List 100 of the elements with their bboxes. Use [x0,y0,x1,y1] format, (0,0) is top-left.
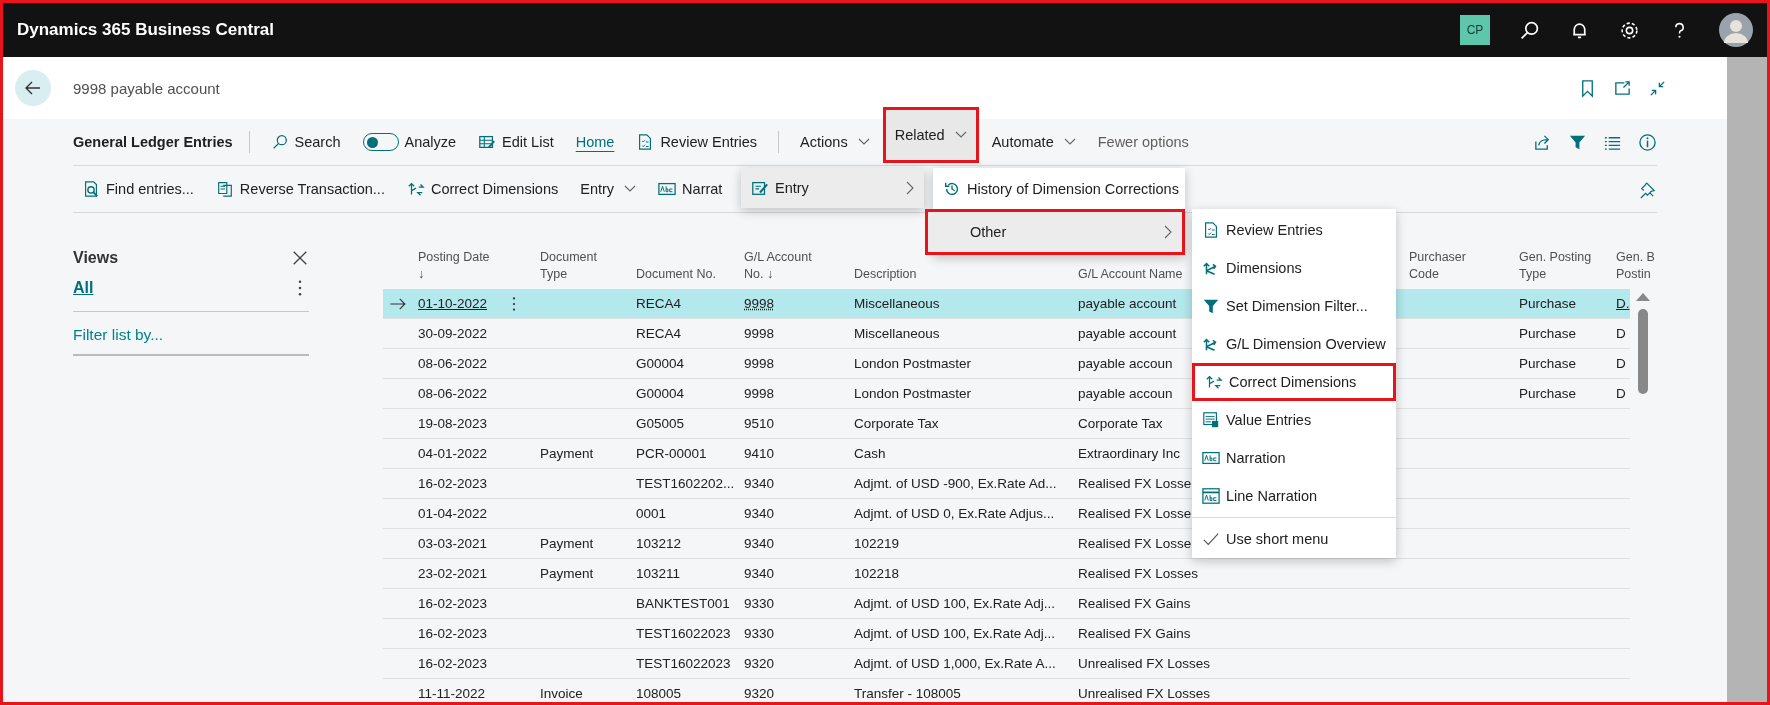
table-cell: Realised FX Gains [1078,626,1191,641]
fewer-options-button[interactable]: Fewer options [1088,124,1198,160]
view-link[interactable]: All [73,279,94,297]
checkmark-icon [1202,530,1220,548]
more-icon[interactable] [511,295,518,312]
analyze-toggle[interactable]: Analyze [353,124,466,160]
table-cell: Miscellaneous [854,326,940,341]
table-cell: RECA4 [636,326,681,341]
info-icon[interactable] [1638,132,1657,152]
open-new-window-icon[interactable] [1613,78,1632,98]
column-header[interactable]: Document No. [633,266,716,283]
back-button[interactable] [15,70,51,106]
table-cell: 9340 [744,536,775,551]
menu-button[interactable]: Actions [791,124,879,160]
table-cell: 01-04-2022 [418,506,488,521]
column-header[interactable]: Description [851,266,917,283]
home-tab[interactable]: Home [566,124,624,160]
action-button[interactable]: Reverse Transaction... [206,171,394,207]
page-title: 9998 payable account [73,79,220,97]
menu-button[interactable]: Related [882,107,979,163]
filter-link[interactable]: Filter list by... [73,326,309,344]
table-cell: 11-11-2022 [418,686,486,701]
column-header[interactable]: Gen. B Postin [1613,249,1655,283]
table-cell: 0001 [636,506,667,521]
table-cell: 23-02-2021 [418,566,488,581]
table-cell: Realised FX Losses [1078,566,1199,581]
avatar[interactable] [1719,13,1753,47]
action-button[interactable]: Entry [571,171,646,207]
menu-item[interactable]: Dimensions [1192,249,1396,287]
column-header[interactable]: Posting Date ↓ [415,249,490,283]
table-cell: 01-10-2022 [418,296,488,311]
menu-button[interactable]: Automate [982,124,1085,160]
ledger-icon [1202,411,1220,429]
table-cell: Adjmt. of USD 0, Ex.Rate Adjus... [854,506,1055,521]
table-cell: D [1616,356,1626,371]
table-cell: D [1616,386,1626,401]
table-cell: 108005 [636,686,682,701]
search-button[interactable]: Search [261,124,350,160]
menu-item[interactable]: Use short menu [1192,520,1396,558]
column-header[interactable]: G/L Account No. ↓ [741,249,812,283]
close-icon[interactable] [291,249,309,267]
column-header[interactable]: G/L Account Name [1075,266,1183,283]
column-header[interactable]: Document Type [537,249,597,283]
table-cell: payable account [1078,326,1177,341]
search-icon[interactable] [1519,19,1540,41]
table-cell: Payment [540,536,594,551]
documents-icon [215,180,234,198]
table-cell: Realised FX Gains [1078,596,1191,611]
action-button[interactable]: Find entries... [73,171,203,207]
table-cell: Realised FX Losse [1078,536,1192,551]
table-cell: D. [1616,296,1630,311]
table-cell: 08-06-2022 [418,356,488,371]
action-button[interactable]: Correct Dimensions [397,171,568,207]
column-header[interactable]: Gen. Posting Type [1516,249,1592,283]
table-cell: 9998 [744,386,775,401]
text-box-icon [658,180,677,198]
column-header[interactable]: Purchaser Code [1406,249,1466,283]
table-cell: Unrealised FX Losses [1078,656,1211,671]
table-cell: Extraordinary Inc [1078,446,1181,461]
edit-list-button[interactable]: Edit List [469,124,563,160]
views-title: Views [73,249,119,267]
menu-item[interactable]: Correct Dimensions [1192,363,1396,401]
table-cell: 9320 [744,656,775,671]
review-entries-button[interactable]: Review Entries [627,124,767,160]
table-cell: G05005 [636,416,685,431]
table-cell: 16-02-2023 [418,656,488,671]
table-cell: 9340 [744,506,775,521]
menu-item[interactable]: Narration [1192,439,1396,477]
checklist-icon [1202,221,1220,239]
table-cell: 30-09-2022 [418,326,488,341]
action-button[interactable]: Narrat [649,171,732,207]
more-icon[interactable] [297,279,303,297]
menu-item[interactable]: G/L Dimension Overview [1192,325,1396,363]
chevron-icon [906,181,914,195]
caret-icon [954,131,967,139]
caret-icon [857,138,870,146]
table-cell: BANKTEST001 [636,596,730,611]
table-cell: TEST1602202... [636,476,735,491]
menu-item[interactable]: Review Entries [1192,211,1396,249]
user-initials-badge[interactable]: CP [1460,15,1490,45]
table-cell: 103211 [636,566,681,581]
table-cell: 9330 [744,596,775,611]
menu-item[interactable]: Entry [741,168,924,208]
table-cell: 9410 [744,446,775,461]
menu-item[interactable]: Value Entries [1192,401,1396,439]
settings-icon[interactable] [1619,19,1640,41]
menu-item[interactable]: Line Narration [1192,477,1396,515]
table-cell: G00004 [636,356,685,371]
table-cell: payable accoun [1078,356,1173,371]
table-cell: Transfer - 108005 [854,686,961,701]
table-cell: Miscellaneous [854,296,940,311]
table-cell: TEST16022023 [636,626,731,641]
page-caption: General Ledger Entries [73,134,233,150]
menu-item[interactable]: Other [925,209,1185,255]
table-cell: 16-02-2023 [418,596,488,611]
table-cell: payable accoun [1078,386,1173,401]
menu-item[interactable]: Set Dimension Filter... [1192,287,1396,325]
table-cell: 9998 [744,326,775,341]
app-title: Dynamics 365 Business Central [17,20,274,40]
menu-item[interactable]: History of Dimension Corrections [933,168,1185,209]
